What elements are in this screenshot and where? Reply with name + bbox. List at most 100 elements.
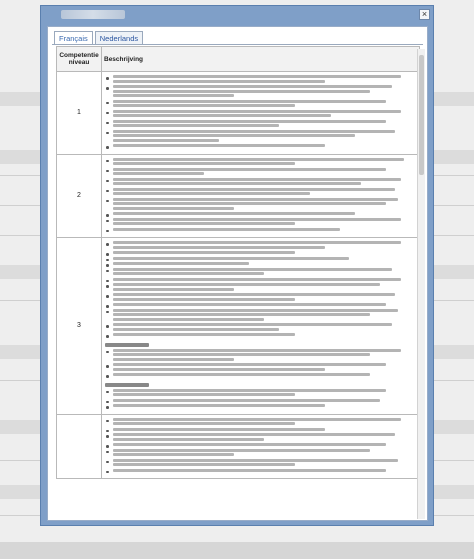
bullet-icon	[106, 101, 109, 104]
list-item-text	[112, 427, 417, 433]
list-item-text	[112, 443, 417, 448]
text-line	[112, 177, 401, 181]
list-item-text	[112, 75, 417, 84]
list-item-text	[112, 251, 417, 256]
bullet-icon	[106, 400, 109, 403]
list-item	[105, 404, 416, 409]
text-line	[112, 114, 332, 117]
list-item-text	[112, 267, 417, 277]
list-item-text	[112, 99, 417, 109]
bullet-icon	[106, 229, 109, 232]
text-line	[112, 212, 356, 215]
competence-dialog: × Français Nederlands Competentie niveau…	[40, 5, 434, 526]
list-item-text	[112, 308, 417, 323]
column-header-description: Beschrijving	[101, 46, 420, 72]
list-item	[105, 458, 417, 468]
bullet-icon	[106, 419, 109, 422]
bullet-icon	[106, 435, 109, 438]
bullet-icon	[106, 279, 109, 282]
description-cell	[101, 413, 420, 479]
text-line	[112, 267, 392, 271]
text-line	[112, 327, 280, 331]
scrollbar-thumb[interactable]	[419, 55, 424, 175]
text-line	[112, 293, 395, 296]
list-item-text	[112, 458, 417, 468]
text-line	[112, 453, 234, 456]
text-line	[112, 448, 371, 452]
bullet-icon	[106, 189, 109, 192]
list-item	[105, 363, 416, 372]
text-line	[112, 348, 401, 352]
text-line	[112, 308, 398, 312]
list-item	[105, 212, 416, 217]
competence-level	[56, 413, 102, 479]
list-item	[105, 85, 416, 99]
text-line	[112, 313, 371, 316]
bullet-icon	[106, 269, 109, 272]
text-line	[112, 272, 265, 275]
text-line	[112, 357, 234, 361]
list-item-text	[112, 468, 417, 474]
language-tabs: Français Nederlands	[54, 31, 145, 45]
bullet-icon	[106, 219, 109, 222]
bullet-icon	[106, 429, 109, 432]
text-line	[112, 241, 401, 244]
list-item	[105, 157, 416, 167]
text-line	[112, 227, 341, 231]
text-line	[112, 287, 234, 291]
bullet-icon	[106, 460, 109, 463]
list-item	[105, 443, 416, 448]
table-row	[56, 413, 420, 479]
dialog-titlebar[interactable]: ×	[41, 6, 433, 24]
list-item	[105, 256, 416, 261]
text-line	[112, 422, 295, 425]
subsection-heading	[105, 342, 149, 347]
list-item	[105, 433, 416, 442]
text-line	[112, 463, 295, 466]
text-line	[112, 202, 386, 205]
competence-level: 1	[56, 71, 102, 155]
dialog-title	[61, 10, 125, 19]
text-line	[112, 192, 310, 195]
list-item-text	[112, 187, 417, 197]
text-line	[112, 333, 295, 336]
text-line	[112, 437, 265, 441]
text-line	[112, 458, 398, 462]
list-item	[105, 129, 417, 144]
list-item	[105, 217, 417, 227]
text-line	[112, 157, 404, 161]
list-item	[105, 99, 417, 109]
list-item-text	[112, 129, 417, 144]
scrollbar[interactable]	[417, 49, 425, 519]
text-line	[112, 129, 395, 133]
text-line	[112, 283, 380, 286]
text-line	[112, 99, 386, 103]
text-line	[112, 172, 204, 175]
list-item-text	[112, 373, 417, 378]
list-item-text	[112, 85, 417, 99]
text-line	[112, 206, 234, 210]
list-item	[105, 177, 416, 187]
text-line	[112, 262, 250, 265]
bullet-icon	[106, 121, 109, 124]
text-line	[112, 468, 386, 472]
bullet-icon	[106, 470, 109, 473]
list-item-text	[112, 167, 417, 177]
list-item-text	[112, 217, 417, 227]
list-item	[105, 448, 416, 458]
tab-francais[interactable]: Français	[54, 31, 93, 45]
close-button[interactable]: ×	[419, 9, 430, 20]
competence-table: Competentie niveau Beschrijving 123	[56, 46, 420, 479]
text-line	[112, 443, 386, 446]
bullet-icon	[106, 87, 109, 90]
list-item	[105, 241, 416, 250]
table-header-row: Competentie niveau Beschrijving	[56, 46, 420, 72]
text-line	[112, 182, 362, 185]
tab-nederlands[interactable]: Nederlands	[94, 31, 144, 45]
list-item-text	[112, 417, 417, 427]
text-line	[112, 353, 371, 356]
text-line	[112, 104, 295, 107]
list-item	[105, 468, 417, 474]
text-line	[112, 393, 295, 396]
list-item	[105, 109, 416, 119]
